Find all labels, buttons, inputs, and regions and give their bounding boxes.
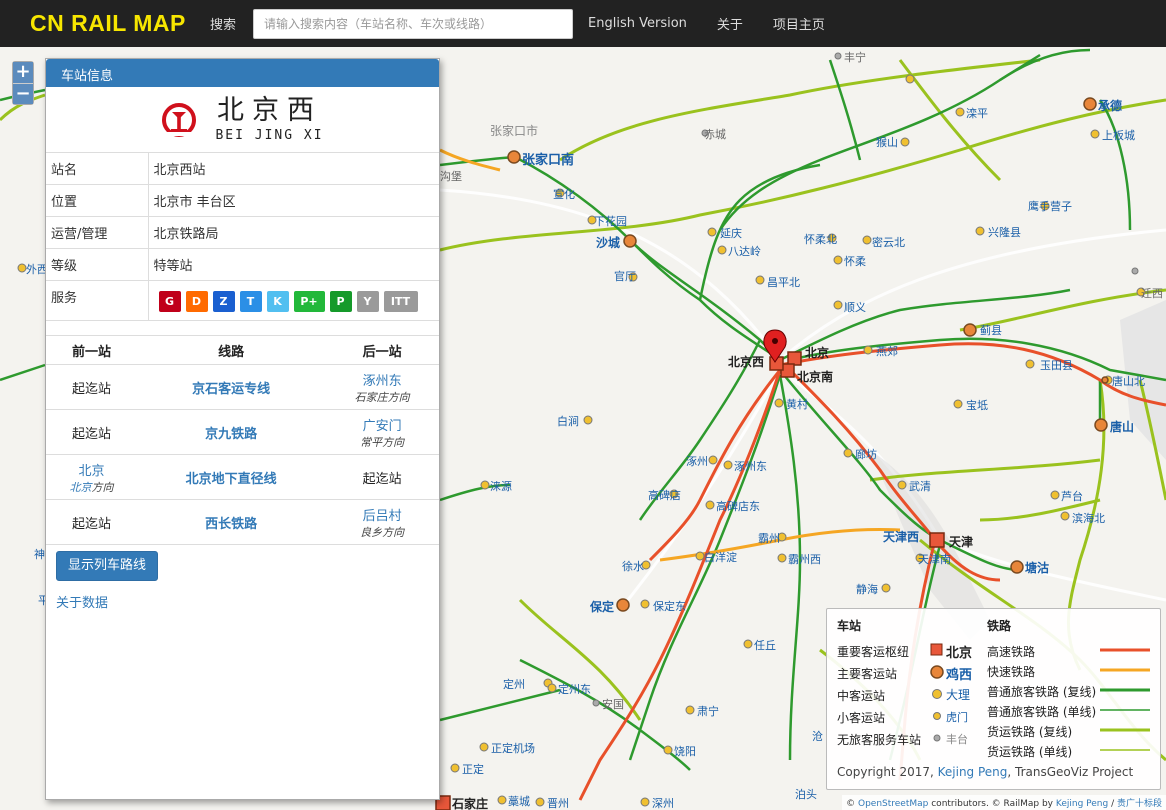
search-input[interactable]: [253, 8, 574, 39]
station-name-chinese: 北京西: [217, 95, 322, 126]
service-badge-d[interactable]: D: [185, 291, 208, 312]
brand-logo[interactable]: CN RAIL MAP: [0, 10, 200, 37]
info-row: 等级 特等站: [46, 248, 439, 281]
legend-railways-heading: 铁路: [987, 619, 1012, 633]
map-attribution: © OpenStreetMap contributors. © RailMap …: [842, 795, 1166, 810]
legend-stations-heading: 车站: [837, 619, 862, 633]
service-badge-g[interactable]: G: [158, 291, 181, 312]
info-row-services: 服务 G D Z T K P+ P Y ITT: [46, 280, 439, 321]
zoom-control: + −: [12, 61, 34, 105]
service-badge-p-plus[interactable]: P+: [293, 291, 325, 312]
station-info-panel: 车站信息 北京西 BEI JING XI 站名 北京西站 位置 北京市 丰台区 运营…: [45, 58, 440, 800]
route-line-link[interactable]: 京石客运专线: [192, 382, 270, 397]
top-navbar: CN RAIL MAP 搜索 English Version 关于 项目主页: [0, 0, 1166, 47]
map-legend: 车站 铁路 重要客运枢纽 主要客运站 中客运站 小客运站 无旅客服务车站 北京 …: [826, 608, 1161, 790]
prev-station-link[interactable]: 北京: [46, 460, 137, 479]
station-info-table: 站名 北京西站 位置 北京市 丰台区 运营/管理 北京铁路局 等级 特等站 服务 G D…: [46, 153, 439, 321]
next-station-link[interactable]: 广安门: [325, 415, 439, 434]
zoom-out-button[interactable]: −: [13, 83, 33, 104]
show-train-routes-button[interactable]: 显示列车路线: [56, 551, 159, 581]
search-label: 搜索: [210, 18, 237, 33]
col-header-prev: 前一站: [46, 335, 137, 365]
station-title: 北京西 BEI JING XI: [46, 87, 439, 153]
col-header-line: 线路: [137, 335, 326, 365]
info-row: 位置 北京市 丰台区: [46, 184, 439, 217]
route-line-link[interactable]: 京九铁路: [205, 427, 257, 442]
gov-link[interactable]: 贵广十标段: [1117, 799, 1162, 809]
info-row: 运营/管理 北京铁路局: [46, 216, 439, 249]
route-line-link[interactable]: 西长铁路: [205, 517, 257, 532]
service-badges: G D Z T K P+ P Y ITT: [158, 289, 435, 312]
route-row: 起迄站 京九铁路 广安门 常平方向: [46, 409, 439, 455]
service-badge-p[interactable]: P: [329, 291, 352, 312]
route-row: 起迄站 京石客运专线 涿州东 石家庄方向: [46, 364, 439, 410]
next-station-link[interactable]: 涿州东: [325, 370, 439, 389]
panel-header: 车站信息: [46, 59, 439, 87]
route-line-link[interactable]: 北京地下直径线: [186, 472, 277, 487]
china-railway-logo-icon: [162, 102, 197, 137]
zoom-in-button[interactable]: +: [13, 62, 33, 83]
project-home-link[interactable]: 项目主页: [773, 14, 825, 33]
author-link[interactable]: Kejing Peng: [938, 765, 1008, 779]
service-badge-t[interactable]: T: [239, 291, 262, 312]
english-version-link[interactable]: English Version: [588, 16, 687, 31]
route-row: 北京 北京方向 北京地下直径线 起迄站: [46, 454, 439, 500]
about-link[interactable]: 关于: [717, 14, 743, 33]
route-row: 起迄站 西长铁路 后吕村 良乡方向: [46, 499, 439, 545]
osm-link[interactable]: OpenStreetMap: [858, 799, 928, 809]
legend-copyright: Copyright 2017, Kejing Peng, TransGeoViz…: [837, 765, 1134, 779]
station-name-pinyin: BEI JING XI: [215, 128, 324, 143]
service-badge-z[interactable]: Z: [212, 291, 235, 312]
service-badge-y[interactable]: Y: [356, 291, 379, 312]
next-station-link[interactable]: 后吕村: [325, 505, 439, 524]
service-badge-itt[interactable]: ITT: [383, 291, 418, 312]
service-badge-k[interactable]: K: [266, 291, 289, 312]
about-data-link[interactable]: 关于数据: [56, 592, 108, 611]
legend-railway-swatches: [1100, 648, 1150, 751]
routes-table: 前一站 线路 后一站 起迄站 京石客运专线 涿州东 石家庄方向 起迄站 京九铁路 …: [46, 335, 439, 545]
info-row: 站名 北京西站: [46, 153, 439, 185]
col-header-next: 后一站: [325, 335, 439, 365]
railmap-author-link[interactable]: Kejing Peng: [1056, 799, 1108, 809]
